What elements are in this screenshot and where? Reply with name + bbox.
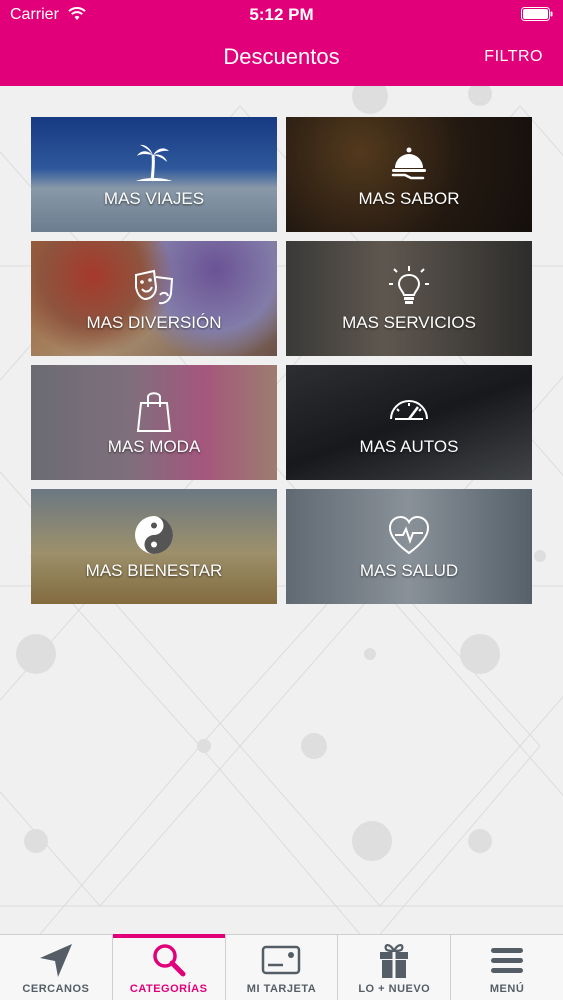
category-tile-bienestar[interactable]: MAS BIENESTAR bbox=[31, 489, 277, 604]
category-label: MAS VIAJES bbox=[103, 188, 205, 208]
search-icon bbox=[152, 944, 186, 977]
gift-icon bbox=[380, 944, 409, 978]
category-label: MAS AUTOS bbox=[359, 436, 459, 456]
cloche-icon bbox=[391, 147, 426, 179]
tab-label: CERCANOS bbox=[22, 983, 90, 995]
menu-icon bbox=[491, 948, 524, 973]
category-label: MAS BIENESTAR bbox=[85, 560, 223, 580]
tab-label: MENÚ bbox=[489, 983, 525, 995]
category-label: MAS MODA bbox=[107, 436, 201, 456]
header: Carrier 5:12 PM Descuentos FILTRO bbox=[0, 0, 563, 86]
category-label: MAS DIVERSIÓN bbox=[86, 312, 222, 332]
tab-menu[interactable]: MENÚ bbox=[451, 935, 563, 1000]
filter-button[interactable]: FILTRO bbox=[484, 48, 543, 66]
category-tile-servicios[interactable]: MAS SERVICIOS bbox=[286, 241, 532, 356]
page-title: Descuentos bbox=[223, 44, 340, 69]
tab-cercanos[interactable]: CERCANOS bbox=[0, 935, 113, 1000]
theater-masks-icon bbox=[135, 269, 174, 304]
battery-icon bbox=[521, 7, 553, 21]
lightbulb-icon bbox=[389, 265, 429, 304]
palm-tree-icon bbox=[136, 144, 172, 181]
tab-mi-tarjeta[interactable]: MI TARJETA bbox=[226, 935, 339, 1000]
tab-bar: CERCANOS CATEGORÍAS MI TARJETA LO + NUEV… bbox=[0, 934, 563, 1000]
category-label: MAS SALUD bbox=[359, 560, 459, 580]
shopping-bag-icon bbox=[136, 391, 172, 432]
tab-categorias[interactable]: CATEGORÍAS bbox=[112, 934, 226, 1000]
category-tile-sabor[interactable]: MAS SABOR bbox=[286, 117, 532, 232]
tab-label: CATEGORÍAS bbox=[129, 983, 208, 995]
category-tile-viajes[interactable]: MAS VIAJES bbox=[31, 117, 277, 232]
category-tile-diversion[interactable]: MAS DIVERSIÓN bbox=[31, 241, 277, 356]
yin-yang-icon bbox=[135, 515, 173, 554]
tab-label: LO + NUEVO bbox=[358, 983, 431, 995]
card-icon bbox=[262, 945, 301, 975]
tab-label: MI TARJETA bbox=[246, 983, 317, 995]
category-label: MAS SABOR bbox=[358, 188, 460, 208]
heart-pulse-icon bbox=[388, 515, 430, 554]
speedometer-icon bbox=[390, 399, 428, 420]
category-label: MAS SERVICIOS bbox=[342, 312, 476, 332]
category-tile-autos[interactable]: MAS AUTOS bbox=[286, 365, 532, 480]
status-bar: Carrier 5:12 PM bbox=[0, 0, 563, 30]
category-tile-salud[interactable]: MAS SALUD bbox=[286, 489, 532, 604]
category-tile-moda[interactable]: MAS MODA bbox=[31, 365, 277, 480]
location-arrow-icon bbox=[39, 944, 72, 977]
category-grid: MAS VIAJES MAS SABOR MAS DIVERSIÓN MAS S… bbox=[31, 117, 532, 604]
tab-lo-nuevo[interactable]: LO + NUEVO bbox=[338, 935, 452, 1000]
status-time: 5:12 PM bbox=[249, 5, 314, 24]
